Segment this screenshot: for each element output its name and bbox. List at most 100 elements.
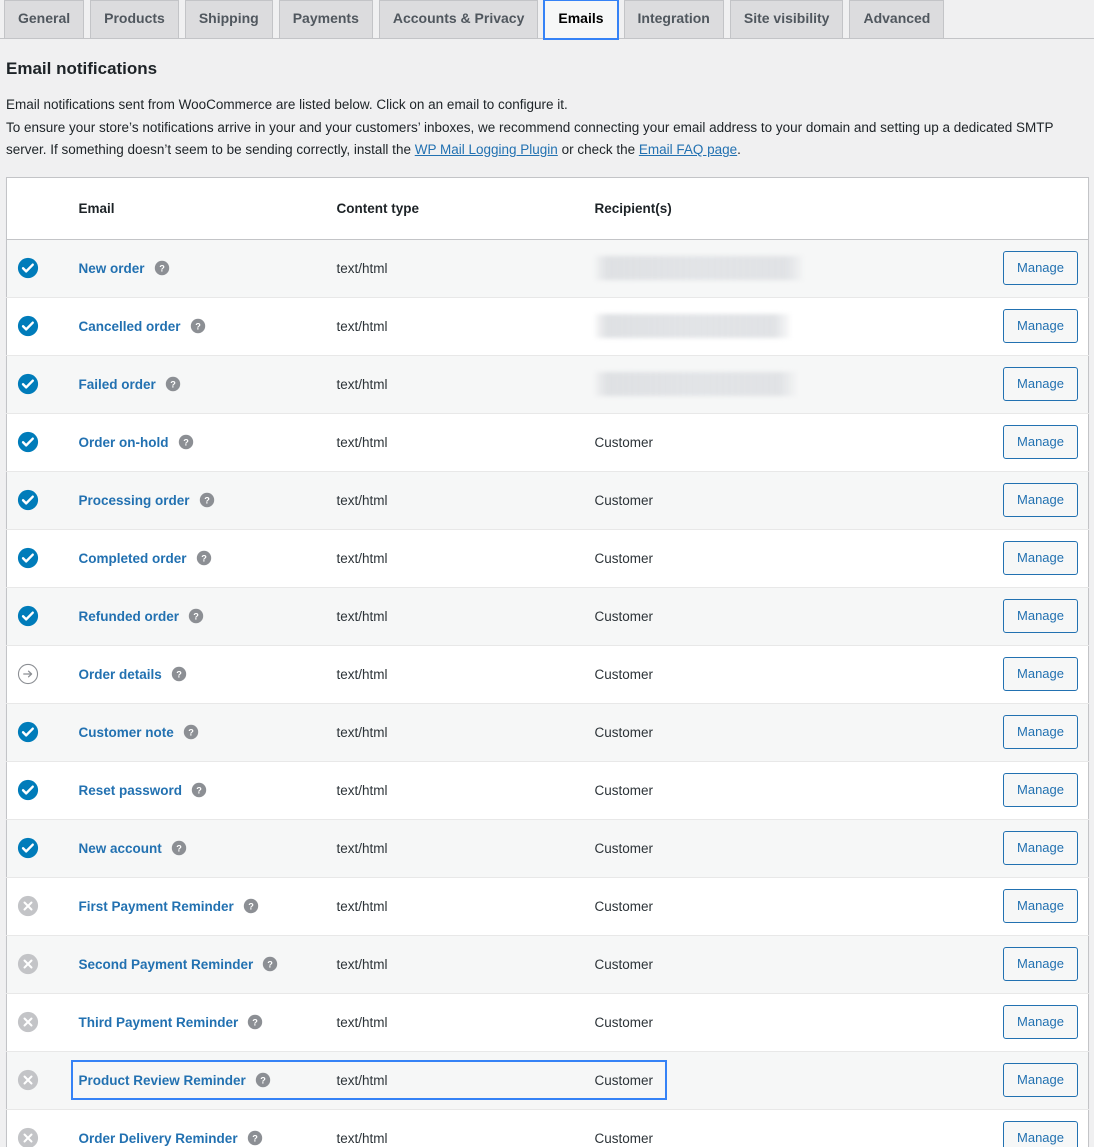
email-name-link[interactable]: Second Payment Reminder xyxy=(79,957,254,972)
manage-button[interactable]: Manage xyxy=(1003,309,1078,344)
help-tip-wrapper[interactable]: ? xyxy=(243,898,259,914)
email-name-link[interactable]: Product Review Reminder xyxy=(79,1073,246,1088)
help-tip-wrapper[interactable]: ? xyxy=(178,434,194,450)
manage-button[interactable]: Manage xyxy=(1003,889,1078,924)
help-tip-icon[interactable]: ? xyxy=(165,376,181,392)
email-name-link[interactable]: Completed order xyxy=(79,551,187,566)
wp-mail-logging-plugin-link[interactable]: WP Mail Logging Plugin xyxy=(415,142,558,157)
email-status-cell[interactable] xyxy=(6,1050,69,1110)
table-row[interactable]: Order Delivery Reminder? text/html Custome… xyxy=(6,1108,1089,1147)
email-name-link[interactable]: First Payment Reminder xyxy=(79,899,234,914)
tab-advanced[interactable]: Advanced xyxy=(849,0,945,39)
tab-site-visibility[interactable]: Site visibility xyxy=(729,0,844,39)
manage-button[interactable]: Manage xyxy=(1003,541,1078,576)
manage-button[interactable]: Manage xyxy=(1003,773,1078,808)
help-tip-wrapper[interactable]: ? xyxy=(171,840,187,856)
manage-button[interactable]: Manage xyxy=(1003,715,1078,750)
help-tip-icon[interactable]: ? xyxy=(191,782,207,798)
email-name-link[interactable]: New order xyxy=(79,261,145,276)
email-name-link[interactable]: Order details xyxy=(79,667,162,682)
help-tip-icon[interactable]: ? xyxy=(154,260,170,276)
manage-button[interactable]: Manage xyxy=(1003,657,1078,692)
help-tip-wrapper[interactable]: ? xyxy=(255,1072,271,1088)
email-status-cell[interactable] xyxy=(6,586,69,646)
email-status-cell[interactable] xyxy=(6,296,69,356)
email-status-cell[interactable] xyxy=(6,354,69,414)
help-tip-icon[interactable]: ? xyxy=(243,898,259,914)
help-tip-wrapper[interactable]: ? xyxy=(154,260,170,276)
table-row[interactable]: New order? text/html Manage xyxy=(6,239,1089,298)
table-row[interactable]: Refunded order? text/html Customer Manage xyxy=(6,586,1089,646)
email-status-cell[interactable] xyxy=(6,702,69,762)
table-row[interactable]: Reset password? text/html Customer Manage xyxy=(6,760,1089,820)
email-name-link[interactable]: Failed order xyxy=(79,377,156,392)
email-status-cell[interactable] xyxy=(6,934,69,994)
email-name-cell[interactable]: Order Delivery Reminder? xyxy=(68,1108,327,1147)
email-name-cell[interactable]: Completed order? xyxy=(68,528,327,588)
email-name-cell[interactable]: Third Payment Reminder? xyxy=(68,992,327,1052)
email-name-cell[interactable]: Failed order? xyxy=(68,354,327,414)
manage-button[interactable]: Manage xyxy=(1003,831,1078,866)
email-name-cell[interactable]: First Payment Reminder? xyxy=(68,876,327,936)
help-tip-icon[interactable]: ? xyxy=(255,1072,271,1088)
help-tip-wrapper[interactable]: ? xyxy=(183,724,199,740)
table-row[interactable]: First Payment Reminder? text/html Customer… xyxy=(6,876,1089,936)
manage-button[interactable]: Manage xyxy=(1003,251,1078,286)
help-tip-icon[interactable]: ? xyxy=(247,1130,263,1146)
tab-integration[interactable]: Integration xyxy=(623,0,724,39)
email-faq-page-link[interactable]: Email FAQ page xyxy=(639,142,737,157)
email-status-cell[interactable] xyxy=(6,412,69,472)
email-name-link[interactable]: Order on-hold xyxy=(79,435,169,450)
tab-payments[interactable]: Payments xyxy=(278,0,373,39)
help-tip-icon[interactable]: ? xyxy=(183,724,199,740)
help-tip-icon[interactable]: ? xyxy=(199,492,215,508)
email-name-cell[interactable]: Processing order? xyxy=(68,470,327,530)
table-row[interactable]: Processing order? text/html Customer Manage xyxy=(6,470,1089,530)
help-tip-wrapper[interactable]: ? xyxy=(188,608,204,624)
tab-products[interactable]: Products xyxy=(90,0,179,39)
table-row[interactable]: Customer note? text/html Customer Manage xyxy=(6,702,1089,762)
help-tip-icon[interactable]: ? xyxy=(171,840,187,856)
help-tip-icon[interactable]: ? xyxy=(190,318,206,334)
email-name-link[interactable]: Reset password xyxy=(79,783,183,798)
tab-shipping[interactable]: Shipping xyxy=(184,0,273,39)
help-tip-wrapper[interactable]: ? xyxy=(262,956,278,972)
email-name-link[interactable]: Order Delivery Reminder xyxy=(79,1131,238,1146)
manage-button[interactable]: Manage xyxy=(1003,1005,1078,1040)
help-tip-wrapper[interactable]: ? xyxy=(199,492,215,508)
email-name-cell[interactable]: Reset password? xyxy=(68,760,327,820)
email-name-link[interactable]: Customer note xyxy=(79,725,174,740)
help-tip-icon[interactable]: ? xyxy=(188,608,204,624)
email-name-cell[interactable]: Second Payment Reminder? xyxy=(68,934,327,994)
help-tip-wrapper[interactable]: ? xyxy=(247,1014,263,1030)
email-status-cell[interactable] xyxy=(6,876,69,936)
email-name-link[interactable]: Refunded order xyxy=(79,609,180,624)
email-name-cell[interactable]: Customer note? xyxy=(68,702,327,762)
help-tip-wrapper[interactable]: ? xyxy=(171,666,187,682)
help-tip-wrapper[interactable]: ? xyxy=(165,376,181,392)
manage-button[interactable]: Manage xyxy=(1003,425,1078,460)
tab-general[interactable]: General xyxy=(4,0,85,39)
email-name-link[interactable]: Cancelled order xyxy=(79,319,181,334)
table-row[interactable]: Failed order? text/html Manage xyxy=(6,354,1089,414)
email-name-cell[interactable]: Cancelled order? xyxy=(68,296,327,356)
email-status-cell[interactable] xyxy=(6,992,69,1052)
email-name-cell[interactable]: Order details? xyxy=(68,644,327,704)
manage-button[interactable]: Manage xyxy=(1003,367,1078,402)
help-tip-icon[interactable]: ? xyxy=(171,666,187,682)
table-row[interactable]: Product Review Reminder? text/html Custome… xyxy=(6,1050,1089,1110)
email-status-cell[interactable] xyxy=(6,1108,69,1147)
help-tip-icon[interactable]: ? xyxy=(178,434,194,450)
email-name-cell[interactable]: Order on-hold? xyxy=(68,412,327,472)
table-row[interactable]: Completed order? text/html Customer Manage xyxy=(6,528,1089,588)
email-status-cell[interactable] xyxy=(6,644,69,704)
help-tip-wrapper[interactable]: ? xyxy=(247,1130,263,1146)
email-status-cell[interactable] xyxy=(6,760,69,820)
email-name-cell[interactable]: Refunded order? xyxy=(68,586,327,646)
help-tip-icon[interactable]: ? xyxy=(247,1014,263,1030)
table-row[interactable]: New account? text/html Customer Manage xyxy=(6,818,1089,878)
help-tip-icon[interactable]: ? xyxy=(196,550,212,566)
help-tip-icon[interactable]: ? xyxy=(262,956,278,972)
tab-accounts-privacy[interactable]: Accounts & Privacy xyxy=(378,0,539,39)
email-status-cell[interactable] xyxy=(6,528,69,588)
